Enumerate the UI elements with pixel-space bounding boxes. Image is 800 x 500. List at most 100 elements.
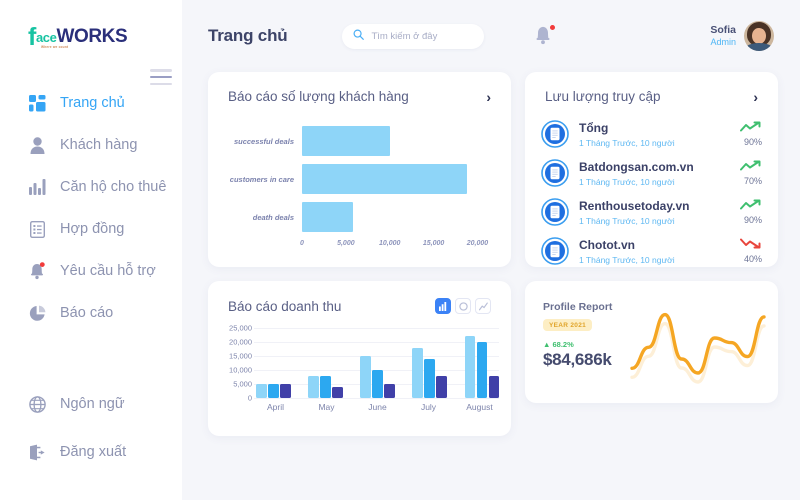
traffic-item-name: Tổng [579,120,609,135]
revenue-chart-tick: 20,000 [229,337,252,347]
sidebar-item-ngon-ngu[interactable]: Ngôn ngữ [0,380,182,428]
traffic-item-sub: 1 Tháng Trước, 10 người [579,177,675,188]
bar-chart-icon [28,178,47,197]
traffic-item-percent: 90% [743,136,762,147]
site-document-icon [541,197,569,226]
chevron-right-icon[interactable]: › [486,90,491,104]
revenue-bar-group [464,328,499,398]
revenue-bar [436,375,447,398]
pie-chart-icon [28,304,47,323]
site-document-icon [541,236,569,265]
traffic-item-info: Chotot.vn 1 Tháng Trước, 10 người [579,235,728,267]
hamburger-menu-icon[interactable] [150,69,172,85]
traffic-item-percent: 70% [743,175,762,186]
profile-report-value: $84,686k [543,349,612,369]
sidebar-item-khach-hang[interactable]: Khách hàng [0,124,182,166]
revenue-bar [384,384,395,398]
revenue-bar [360,356,371,398]
sidebar-item-label: Ngôn ngữ [60,396,125,412]
traffic-list-item[interactable]: Renthousetoday.vn 1 Tháng Trước, 10 người… [541,192,762,231]
sidebar-item-bao-cao[interactable]: Báo cáo [0,292,182,334]
hamburger-line [150,75,172,79]
avatar[interactable] [744,21,774,51]
sidebar-item-label: Trang chủ [60,95,125,111]
revenue-chart-tick: 25,000 [229,323,252,333]
sidebar-item-label: Yêu cầu hỗ trợ [60,263,156,279]
customer-bar [302,164,467,194]
customer-bar-track [302,202,495,232]
globe-icon [28,395,47,414]
revenue-bar [308,375,319,398]
revenue-bar [256,384,267,398]
customer-chart-x-axis: 0 5,000 10,000 15,000 20,000 [300,240,495,254]
user-role: Admin [710,36,736,47]
traffic-item-info: Renthousetoday.vn 1 Tháng Trước, 10 người [579,196,728,228]
sidebar-item-trang-chu[interactable]: Trang chủ [0,82,182,124]
trend-up-icon [740,160,761,171]
logo-text-ace: ace [35,30,57,45]
toggle-pie-chart-icon[interactable] [455,298,471,314]
traffic-list-item[interactable]: Chotot.vn 1 Tháng Trước, 10 người 40% [541,231,762,270]
dashboard-app: faceWORKS Where we count Trang chủ Khách… [0,0,800,500]
toggle-bar-chart-icon[interactable] [435,298,451,314]
customer-bar-track [302,126,495,156]
page-title: Trang chủ [208,26,288,45]
sidebar-nav: Trang chủ Khách hàng Căn hộ cho thuê Hợp… [0,82,182,334]
profile-report-info: Profile Report YEAR 2021 ▲ 68.2% $84,686… [525,281,778,370]
customer-report-card: Báo cáo số lượng khách hàng › successful… [208,72,511,267]
revenue-bar [424,358,435,398]
traffic-item-info: Tổng 1 Tháng Trước, 10 người [579,118,728,150]
customer-bar-label: death deals [252,212,294,222]
traffic-item-name: Batdongsan.com.vn [579,159,694,174]
sidebar-item-label: Đăng xuất [60,444,127,460]
profile-report-title: Profile Report [543,301,613,313]
logo-tagline: Where we count [41,45,69,49]
trend-up-icon [740,121,761,132]
avatar-face [752,28,766,44]
profile-report-card: Profile Report YEAR 2021 ▲ 68.2% $84,686… [525,281,778,403]
search-box[interactable] [342,23,485,49]
traffic-list-item[interactable]: Tổng 1 Tháng Trước, 10 người 90% [541,114,762,153]
revenue-chart-category: June [368,402,387,412]
search-icon [353,27,365,45]
customer-chart-tick: 5,000 [337,240,355,247]
traffic-list-item[interactable]: Batdongsan.com.vn 1 Tháng Trước, 10 người… [541,153,762,192]
traffic-item-stat: 90% [728,119,762,147]
sidebar-item-label: Báo cáo [60,305,114,321]
main-content: Trang chủ Tìm kiếm ở đây Sofia Admin Báo… [182,0,800,500]
chevron-right-icon[interactable]: › [753,90,758,104]
hamburger-line [150,82,172,85]
sidebar: faceWORKS Where we count Trang chủ Khách… [0,0,182,500]
sidebar-item-yeu-cau-ho-tro[interactable]: Yêu cầu hỗ trợ [0,250,182,292]
traffic-item-sub: 1 Tháng Trước, 10 người [579,255,675,266]
chart-type-toggle-group [435,298,491,314]
profile-report-change: ▲ 68.2% [543,339,574,349]
toggle-line-chart-icon[interactable] [475,298,491,314]
customer-bar-row: death deals [222,202,495,232]
user-icon [28,136,47,155]
logout-icon [28,443,47,462]
bell-icon [28,262,47,281]
traffic-item-stat: 40% [728,236,762,264]
sidebar-item-hop-dong[interactable]: Hợp đồng [0,208,182,250]
trend-down-icon [740,238,761,249]
traffic-title: Lưu lượng truy cập [545,89,661,104]
customer-chart-tick: 20,000 [466,240,489,247]
traffic-header: Lưu lượng truy cập › [525,72,778,104]
notification-badge [549,24,557,31]
brand-logo[interactable]: faceWORKS Where we count [0,0,182,58]
search-input[interactable] [371,30,474,42]
revenue-bar [412,347,423,398]
notification-bell-icon[interactable] [534,24,557,47]
grid-icon [28,94,47,113]
revenue-bar-chart: 0 5,000 10,000 15,000 20,000 25,000 April May J… [208,314,511,426]
user-meta: Sofia Admin [710,24,736,48]
customer-report-title: Báo cáo số lượng khách hàng [228,89,409,104]
user-profile[interactable]: Sofia Admin [710,21,774,51]
sidebar-item-can-ho-cho-thue[interactable]: Căn hộ cho thuê [0,166,182,208]
sidebar-item-dang-xuat[interactable]: Đăng xuất [0,428,182,476]
revenue-bar-group [256,328,291,398]
traffic-card: Lưu lượng truy cập › Tổng 1 Tháng Trước, … [525,72,778,267]
revenue-report-header: Báo cáo doanh thu [208,281,511,314]
traffic-item-name: Chotot.vn [579,237,635,252]
